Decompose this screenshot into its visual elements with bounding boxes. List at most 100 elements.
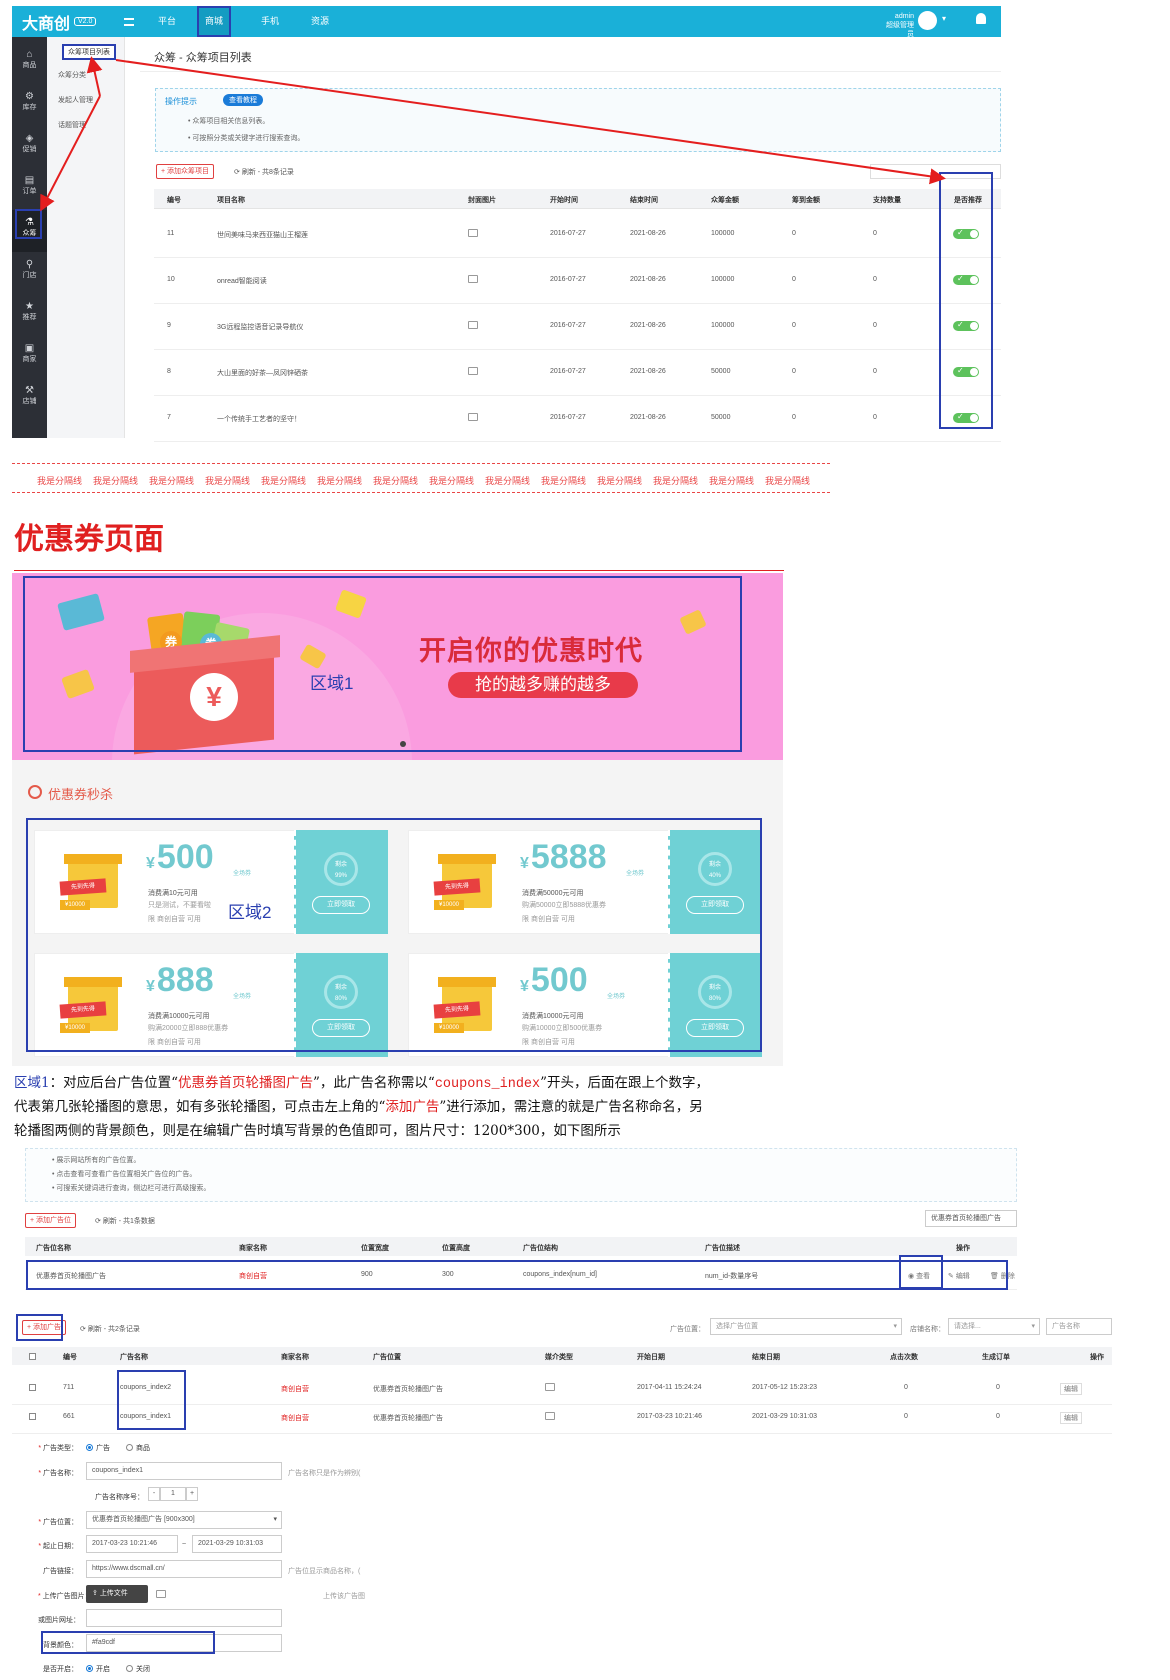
separator-line <box>12 492 830 493</box>
ad-start: 2017-03-23 10:21:46 <box>637 1413 702 1420</box>
col-description: 广告位描述 <box>705 1245 740 1252</box>
row-raised: 0 <box>792 414 796 421</box>
enabled-radio-off[interactable]: 关闭 <box>126 1664 150 1674</box>
row-checkbox[interactable] <box>29 1413 36 1420</box>
row-amount: 50000 <box>711 414 731 421</box>
radio-checked-icon <box>86 1444 93 1451</box>
start-date-input[interactable]: 2017-03-23 10:21:46 <box>86 1535 178 1553</box>
image-url-input[interactable] <box>86 1609 282 1627</box>
upload-hint: 上传该广告图 <box>323 1593 365 1600</box>
image-icon[interactable] <box>468 321 478 329</box>
ad-type-radio-ad[interactable]: 广告 <box>86 1443 110 1453</box>
highlight-ad-names <box>117 1370 186 1430</box>
date-range-label: * 起止日期： <box>38 1541 78 1551</box>
date-separator: ~ <box>182 1541 187 1548</box>
seq-minus-button[interactable]: - <box>148 1487 160 1501</box>
ad-link-input[interactable]: https://www.dscmall.cn/ <box>86 1560 282 1578</box>
ad-id: 711 <box>63 1384 75 1391</box>
sidebar-item-shops[interactable]: ⚒ 店铺 <box>12 378 47 420</box>
ad-merchant: 商创自营 <box>281 1386 309 1393</box>
image-icon[interactable] <box>468 275 478 283</box>
sidebar-item-merchants[interactable]: ▣ 商家 <box>12 336 47 378</box>
image-icon[interactable] <box>468 413 478 421</box>
image-icon <box>545 1412 555 1420</box>
upload-label-text: 上传广告图片： <box>42 1593 92 1600</box>
edit-label: 编辑 <box>1064 1415 1078 1422</box>
ad-name-label: * 广告名称： <box>38 1468 78 1478</box>
highlight-adpos-row <box>26 1260 1008 1290</box>
ad-name-hint: 广告名称只是作为辨别( <box>288 1470 361 1477</box>
row-end: 2021-08-26 <box>630 276 666 283</box>
row-raised: 0 <box>792 322 796 329</box>
ad-position-select[interactable]: 优惠券首页轮播图广告 [900x300] ▾ <box>86 1511 282 1529</box>
ad-link-hint: 广告位显示商品名称，( <box>288 1568 361 1575</box>
radio-icon <box>126 1665 133 1672</box>
upload-label: * 上传广告图片： <box>38 1591 92 1601</box>
filter-shop-label: 店铺名称： <box>910 1326 945 1333</box>
row-checkbox[interactable] <box>29 1384 36 1391</box>
col-merchant: 商家名称 <box>281 1354 309 1361</box>
image-icon[interactable] <box>468 367 478 375</box>
refresh-button[interactable]: ⟳ 刷新 - 共1条数据 <box>95 1216 155 1226</box>
edit-button[interactable]: 编辑 <box>1060 1412 1082 1424</box>
row-support: 0 <box>873 368 877 375</box>
adpos-table-header <box>25 1237 1017 1256</box>
ad-id: 661 <box>63 1413 75 1420</box>
separator-text: 我是分隔线 <box>541 476 587 486</box>
ad-end: 2021-03-29 10:31:03 <box>752 1413 817 1420</box>
radio-label: 关闭 <box>136 1666 150 1673</box>
image-preview-icon[interactable] <box>156 1590 166 1598</box>
seq-plus-button[interactable]: + <box>186 1487 198 1501</box>
col-adpos-name: 广告位名称 <box>36 1245 71 1252</box>
col-actions: 操作 <box>956 1245 970 1252</box>
highlight-bg-color <box>41 1631 215 1654</box>
row-name: 一个传统手工艺者的坚守！ <box>217 416 301 423</box>
upload-button[interactable]: ⇪ 上传文件 <box>86 1585 148 1603</box>
highlight-view-button <box>899 1255 943 1289</box>
row-start: 2016-07-27 <box>550 414 586 421</box>
separator-text: 我是分隔线 <box>653 476 699 486</box>
radio-checked-icon <box>86 1665 93 1672</box>
enabled-label-text: 是否开启： <box>43 1666 78 1673</box>
refresh-button[interactable]: ⟳ 刷新 - 共2条记录 <box>80 1324 140 1334</box>
merchant-icon: ▣ <box>24 343 35 354</box>
col-position: 广告位置 <box>373 1354 401 1361</box>
sidebar-item-stores[interactable]: ⚲ 门店 <box>12 252 47 294</box>
radio-label: 开启 <box>96 1666 110 1673</box>
enabled-radio-on[interactable]: 开启 <box>86 1664 110 1674</box>
filter-name-input[interactable]: 广告名称 <box>1046 1318 1112 1335</box>
col-height: 位置高度 <box>442 1245 470 1252</box>
date-range-label-text: 起止日期： <box>43 1543 78 1550</box>
chevron-down-icon: ▾ <box>273 1516 277 1523</box>
row-end: 2021-08-26 <box>630 322 666 329</box>
col-id: 编号 <box>63 1354 77 1361</box>
image-icon <box>545 1383 555 1391</box>
ad-position-label-text: 广告位置： <box>43 1519 78 1526</box>
ad-name-input[interactable]: coupons_index1 <box>86 1462 282 1480</box>
filter-position-select[interactable]: 选择广告位置 ▾ <box>710 1318 902 1335</box>
add-adpos-button[interactable]: + 添加广告位 <box>25 1213 77 1228</box>
select-all-checkbox[interactable] <box>29 1353 36 1360</box>
separator-text: 我是分隔线 <box>373 476 419 486</box>
ad-type-label: * 广告类型： <box>38 1443 78 1453</box>
seq-value-input[interactable]: 1 <box>160 1487 186 1501</box>
ad-name-label-text: 广告名称： <box>43 1470 78 1477</box>
radio-label: 商品 <box>136 1445 150 1452</box>
adpos-search-input[interactable]: 优惠券首页轮播图广告 <box>925 1210 1017 1227</box>
row-start: 2016-07-27 <box>550 322 586 329</box>
chevron-down-icon: ▾ <box>893 1323 897 1330</box>
row-support: 0 <box>873 414 877 421</box>
filter-shop-select[interactable]: 请选择... ▾ <box>948 1318 1040 1335</box>
ad-position: 优惠券首页轮播图广告 <box>373 1386 443 1393</box>
row-id: 7 <box>167 414 171 421</box>
ad-position-label: * 广告位置： <box>38 1517 78 1527</box>
sidebar-item-recommend[interactable]: ★ 推荐 <box>12 294 47 336</box>
row-raised: 0 <box>792 368 796 375</box>
image-url-label: 或图片网址： <box>38 1615 80 1625</box>
edit-button[interactable]: 编辑 <box>1060 1383 1082 1395</box>
row-support: 0 <box>873 322 877 329</box>
col-clicks: 点击次数 <box>890 1354 918 1361</box>
description-line-1: 区域1：对应后台广告位置“优惠券首页轮播图广告”，此广告名称需以“coupons… <box>14 1075 710 1092</box>
ad-type-radio-goods[interactable]: 商品 <box>126 1443 150 1453</box>
end-date-input[interactable]: 2021-03-29 10:31:03 <box>192 1535 282 1553</box>
